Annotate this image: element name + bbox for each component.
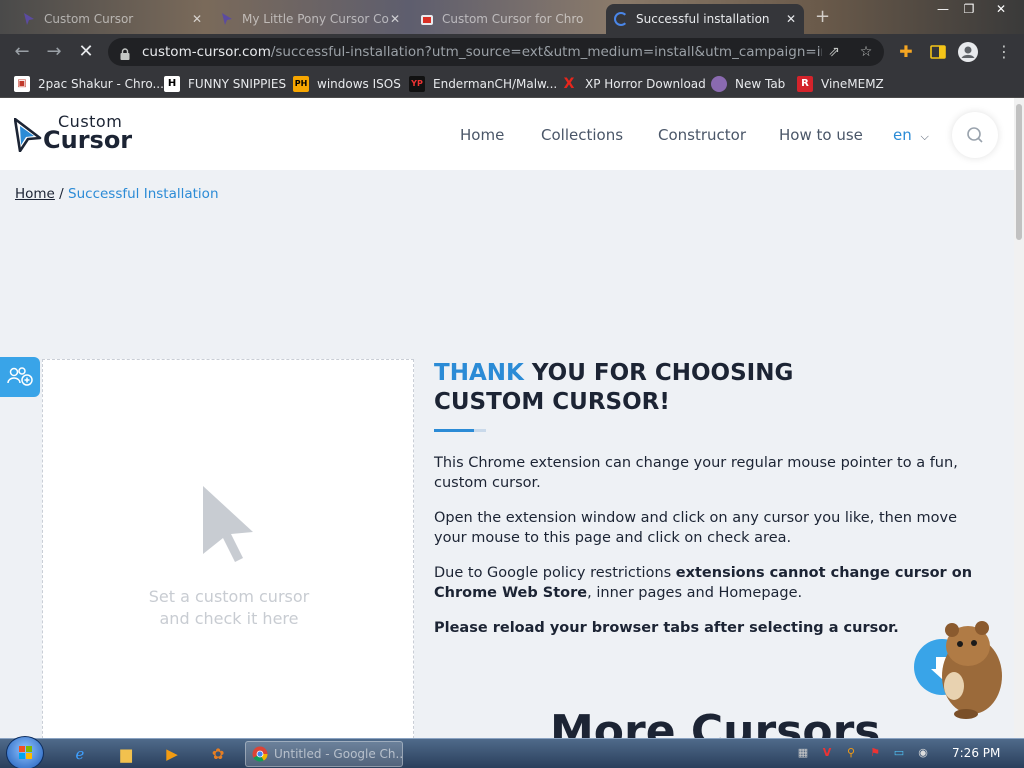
window-close-icon[interactable]: ✕ xyxy=(988,0,1014,20)
site-header: Custom Cursor Home Collections Construct… xyxy=(0,98,1014,170)
star-icon[interactable]: ☆ xyxy=(858,44,874,60)
extensions-puzzle-icon[interactable]: ✚ xyxy=(896,42,916,62)
tray-volume-icon[interactable]: ◉ xyxy=(916,746,930,760)
breadcrumb-current: Successful Installation xyxy=(68,186,219,202)
bag-icon: ▣ xyxy=(14,76,30,92)
policy-paragraph: Due to Google policy restrictions extens… xyxy=(434,565,973,601)
nav-collections[interactable]: Collections xyxy=(541,126,623,144)
search-icon xyxy=(967,127,983,143)
close-icon[interactable]: ✕ xyxy=(192,12,202,26)
maximize-icon[interactable]: ❐ xyxy=(956,0,982,20)
back-arrow-icon[interactable]: ← xyxy=(12,42,32,62)
page-title: THANK YOU FOR CHOOSING CUSTOM CURSOR! xyxy=(434,360,794,415)
side-panel-icon[interactable] xyxy=(928,42,948,62)
tab-title: Successful installation xyxy=(636,12,770,26)
bookmark-xp-horror[interactable]: X XP Horror Download xyxy=(561,75,706,93)
tab-custom-cursor-chrome[interactable]: Custom Cursor for Chro xyxy=(412,4,604,34)
r-logo-icon: R xyxy=(797,76,813,92)
more-cursors-heading: More Cursors xyxy=(550,706,881,738)
check-area-text: Set a custom cursor and check it here xyxy=(148,587,310,628)
language-selector[interactable]: en ⌵ xyxy=(893,126,929,144)
close-icon[interactable]: ✕ xyxy=(786,12,796,26)
loading-spinner-icon xyxy=(614,12,628,26)
tab-custom-cursor[interactable]: Custom Cursor ✕ xyxy=(14,4,210,34)
bookmark-funny-snippies[interactable]: H FUNNY SNIPPIES xyxy=(164,75,286,93)
bookmark-windows-isos[interactable]: PH windows ISOS xyxy=(293,75,401,93)
h-logo-icon: H xyxy=(164,76,180,92)
bookmark-vinememz[interactable]: R VineMEMZ xyxy=(797,75,884,93)
url-text[interactable]: custom-cursor.com/successful-installatio… xyxy=(142,44,822,60)
bookmarks-bar: ▣ 2pac Shakur - Chro... H FUNNY SNIPPIES… xyxy=(0,70,1024,98)
site-logo[interactable]: Custom Cursor xyxy=(14,112,138,156)
start-button[interactable] xyxy=(6,736,44,768)
tray-v-icon[interactable]: V xyxy=(820,746,834,760)
forward-arrow-icon[interactable]: → xyxy=(44,42,64,62)
page-scrollbar[interactable] xyxy=(1014,98,1024,738)
hamster-cursor-icon xyxy=(930,616,1010,720)
stop-loading-icon[interactable]: ✕ xyxy=(76,42,96,62)
web-store-favicon-icon xyxy=(420,12,434,26)
reload-notice: Please reload your browser tabs after se… xyxy=(434,620,899,636)
nav-constructor[interactable]: Constructor xyxy=(658,126,746,144)
nav-home[interactable]: Home xyxy=(460,126,504,144)
cursor-placeholder-icon xyxy=(203,486,253,562)
windows-taskbar: ℯ ▆ ▶ ✿ Untitled - Google Ch... ▦ V ⚲ ⚑ … xyxy=(0,736,1024,768)
share-panel-tab[interactable] xyxy=(0,357,40,397)
taskbar-clock[interactable]: 7:26 PM xyxy=(952,746,1000,760)
breadcrumb: Home / Successful Installation xyxy=(15,186,219,202)
bookmark-new-tab[interactable]: New Tab xyxy=(711,75,785,93)
lock-icon xyxy=(120,45,130,60)
logo-cursor-icon xyxy=(14,118,42,152)
title-underline-tail xyxy=(474,429,486,432)
new-tab-icon[interactable]: + xyxy=(815,6,830,27)
cursor-favicon-icon xyxy=(22,12,36,26)
paint-app-icon[interactable]: ✿ xyxy=(202,742,234,766)
address-bar[interactable]: custom-cursor.com/successful-installatio… xyxy=(108,38,884,66)
intro-paragraph: This Chrome extension can change your re… xyxy=(434,455,958,491)
chrome-icon xyxy=(252,746,268,762)
ph-logo-icon: PH xyxy=(293,76,309,92)
bookmark-endermanch[interactable]: YP EndermanCH/Malw... xyxy=(409,75,557,93)
folder-icon[interactable]: ▆ xyxy=(110,742,142,766)
tray-search-icon[interactable]: ⚲ xyxy=(844,746,858,760)
cursor-favicon-icon xyxy=(220,12,234,26)
instructions-paragraph: Open the extension window and click on a… xyxy=(434,510,958,546)
x-logo-icon: X xyxy=(563,76,575,92)
tab-my-little-pony[interactable]: My Little Pony Cursor Co ✕ xyxy=(212,4,408,34)
share-icon[interactable]: ⇗ xyxy=(826,44,842,60)
tray-monitor-icon[interactable]: ▭ xyxy=(892,746,906,760)
tray-app-icon[interactable]: ▦ xyxy=(796,746,810,760)
browser-toolbar: ← → ✕ custom-cursor.com/successful-insta… xyxy=(0,34,1024,70)
breadcrumb-home-link[interactable]: Home xyxy=(15,186,55,202)
scrollbar-thumb[interactable] xyxy=(1016,104,1022,240)
close-icon[interactable]: ✕ xyxy=(390,12,400,26)
page-viewport: Custom Cursor Home Collections Construct… xyxy=(0,98,1014,738)
taskbar-chrome-window[interactable]: Untitled - Google Ch... xyxy=(245,741,403,767)
add-users-icon xyxy=(7,367,33,386)
chevron-down-icon: ⌵ xyxy=(920,130,929,143)
globe-icon xyxy=(711,76,727,92)
cursor-check-area[interactable]: Set a custom cursor and check it here xyxy=(42,359,414,738)
minimize-icon[interactable]: — xyxy=(930,0,956,20)
nav-how-to-use[interactable]: How to use xyxy=(779,126,863,144)
windows-logo-icon xyxy=(19,746,32,759)
tray-flag-icon[interactable]: ⚑ xyxy=(868,746,882,760)
media-player-icon[interactable]: ▶ xyxy=(156,742,188,766)
tab-title: My Little Pony Cursor Co xyxy=(242,12,389,26)
breadcrumb-separator: / xyxy=(59,186,64,202)
profile-avatar-icon[interactable] xyxy=(958,42,978,62)
tab-title: Custom Cursor xyxy=(44,12,134,26)
yp-logo-icon: YP xyxy=(409,76,425,92)
tab-title: Custom Cursor for Chro xyxy=(442,12,584,26)
browser-tab-strip: Custom Cursor ✕ My Little Pony Cursor Co… xyxy=(0,0,1024,34)
search-button[interactable] xyxy=(952,112,998,158)
internet-explorer-icon[interactable]: ℯ xyxy=(64,742,96,766)
bookmark-2pac[interactable]: ▣ 2pac Shakur - Chro... xyxy=(14,75,164,93)
tab-successful-installation[interactable]: Successful installation ✕ xyxy=(606,4,804,34)
kebab-menu-icon[interactable]: ⋮ xyxy=(994,42,1014,62)
